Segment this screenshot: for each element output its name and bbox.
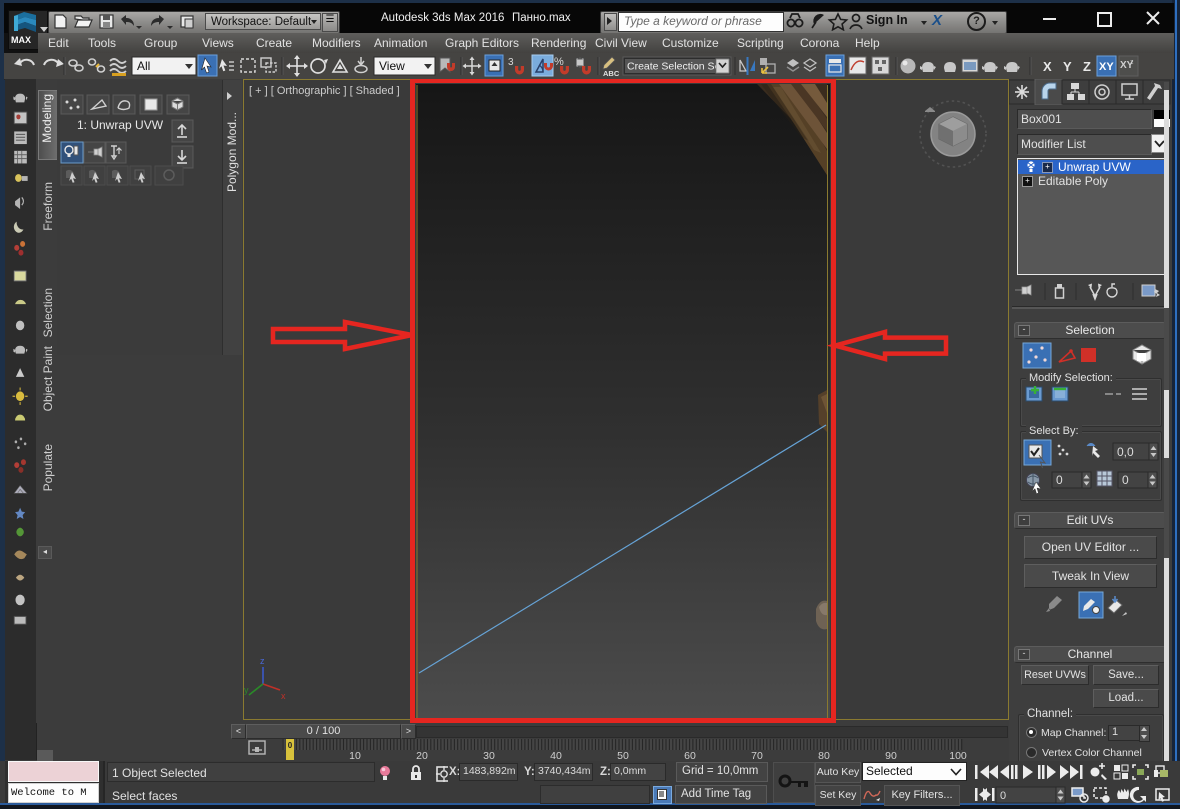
svg-text:0: 0 [1056, 473, 1063, 487]
svg-text:z: z [1130, 59, 1134, 66]
svg-text:View: View [379, 59, 405, 73]
svg-text:Z: Z [1083, 59, 1091, 74]
svg-text:ABC: ABC [603, 69, 620, 78]
svg-text:40: 40 [550, 750, 562, 761]
svg-text:1: Unwrap UVW: 1: Unwrap UVW [77, 118, 164, 132]
svg-text:0: 0 [1000, 790, 1006, 802]
svg-text:70: 70 [751, 750, 763, 761]
svg-text:All: All [137, 59, 150, 73]
svg-text:Create Selection Se: Create Selection Se [627, 61, 721, 73]
svg-text:100: 100 [949, 750, 967, 761]
svg-text:80: 80 [818, 750, 830, 761]
svg-text:0: 0 [288, 741, 293, 750]
svg-text:3: 3 [508, 57, 514, 68]
svg-text:X: X [1043, 59, 1052, 74]
svg-text:60: 60 [684, 750, 696, 761]
svg-text:z: z [260, 656, 265, 666]
svg-text:x: x [281, 691, 286, 701]
svg-text:10: 10 [349, 750, 361, 761]
svg-text:XY: XY [1099, 61, 1114, 73]
svg-text:20: 20 [416, 750, 428, 761]
svg-text:Y: Y [1063, 59, 1072, 74]
svg-text:y: y [244, 685, 249, 695]
svg-text:0: 0 [1122, 473, 1129, 487]
svg-text:30: 30 [483, 750, 495, 761]
svg-text:50: 50 [617, 750, 629, 761]
svg-text:0,0: 0,0 [1117, 445, 1134, 459]
svg-text:90: 90 [885, 750, 897, 761]
